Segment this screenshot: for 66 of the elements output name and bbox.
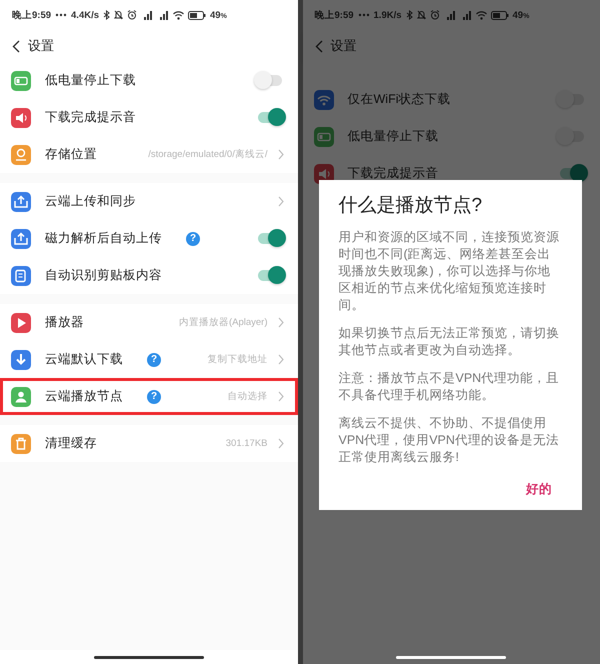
signal-icon bbox=[157, 10, 170, 20]
ok-button[interactable]: 好的 bbox=[516, 477, 562, 502]
chevron-icon bbox=[278, 354, 284, 365]
back-icon[interactable] bbox=[12, 40, 20, 52]
more-dots-icon bbox=[55, 13, 68, 17]
bell-off-icon bbox=[416, 10, 426, 20]
setting-value: 内置播放器(Aplayer) bbox=[178, 316, 268, 329]
trash-icon bbox=[11, 434, 31, 454]
setting-label: 云端上传和同步 bbox=[45, 193, 136, 210]
setting-label: 仅在WiFi状态下载 bbox=[348, 91, 450, 108]
signal-icon bbox=[141, 10, 154, 20]
setting-label: 清理缓存 bbox=[45, 435, 97, 452]
setting-value: 自动选择 bbox=[228, 390, 268, 403]
chevron-icon bbox=[278, 149, 284, 160]
setting-label: 磁力解析后自动上传 bbox=[45, 230, 162, 247]
play-icon bbox=[11, 312, 31, 332]
bluetooth-icon bbox=[103, 10, 110, 20]
bluetooth-icon bbox=[406, 10, 413, 20]
speaker-icon bbox=[11, 108, 31, 128]
status-time: 晚上9:59 bbox=[314, 8, 354, 22]
page-title: 设置 bbox=[330, 37, 356, 55]
battery-icon bbox=[314, 126, 334, 146]
setting-label: 低电量停止下载 bbox=[45, 72, 136, 89]
chevron-icon bbox=[278, 196, 284, 207]
wifi-icon bbox=[173, 10, 184, 20]
setting-label: 低电量停止下载 bbox=[348, 128, 438, 145]
pin-icon bbox=[11, 144, 31, 164]
status-time: 晚上9:59 bbox=[12, 8, 52, 22]
dialog-paragraph: 离线云不提供、不协助、不提倡使用VPN代理，使用VPN代理的设备是无法正常使用离线云服务! bbox=[338, 415, 560, 466]
setting-value: 复制下载地址 bbox=[208, 353, 268, 366]
wifi-icon bbox=[476, 10, 487, 20]
chevron-icon bbox=[278, 438, 284, 449]
network-speed: 1.9K/s bbox=[374, 10, 402, 20]
chevron-icon bbox=[278, 391, 284, 402]
download-icon bbox=[11, 350, 31, 370]
wifi-icon bbox=[314, 90, 334, 110]
setting-label: 下载完成提示音 bbox=[348, 165, 438, 182]
highlighted-setting-row[interactable]: 云端播放节点 ? 自动选择 bbox=[0, 378, 298, 415]
more-dots-icon bbox=[358, 13, 370, 17]
setting-label: 播放器 bbox=[45, 314, 84, 331]
page-title: 设置 bbox=[28, 37, 54, 55]
setting-label: 云端默认下载 bbox=[45, 351, 123, 368]
alarm-icon bbox=[430, 10, 440, 20]
clipboard-icon bbox=[11, 266, 31, 286]
upload-icon bbox=[11, 192, 31, 212]
battery-icon bbox=[188, 10, 206, 20]
alarm-icon bbox=[127, 10, 138, 20]
dialog-paragraph: 用户和资源的区域不同，连接预览资源时间也不同(距离远、网络差甚至会出现播放失败现象)，你可以选择与你地区相近的节点来优化缩短预览连接时间。 bbox=[338, 229, 560, 314]
home-indicator[interactable] bbox=[396, 656, 506, 658]
setting-label: 自动识别剪贴板内容 bbox=[45, 267, 162, 284]
dialog-paragraph: 如果切换节点后无法正常预览，请切换其他节点或者更改为自动选择。 bbox=[338, 325, 560, 359]
bell-off-icon bbox=[114, 10, 124, 20]
setting-value: /storage/emulated/0/离线云/ bbox=[148, 148, 268, 161]
home-indicator[interactable] bbox=[94, 656, 204, 658]
dialog-title: 什么是播放节点? bbox=[338, 194, 484, 218]
battery-icon bbox=[11, 70, 31, 90]
battery-icon bbox=[490, 10, 509, 20]
chevron-icon bbox=[278, 317, 284, 328]
setting-label: 云端播放节点 bbox=[45, 388, 123, 405]
upload-icon bbox=[11, 228, 31, 248]
person-icon bbox=[11, 386, 31, 406]
setting-label: 存储位置 bbox=[45, 146, 97, 163]
dialog-paragraph: 注意：播放节点不是VPN代理功能，且不具备代理手机网络功能。 bbox=[338, 370, 560, 404]
network-speed: 4.4K/s bbox=[71, 10, 100, 20]
setting-value: 301.17KB bbox=[226, 438, 268, 449]
setting-label: 下载完成提示音 bbox=[45, 109, 136, 126]
